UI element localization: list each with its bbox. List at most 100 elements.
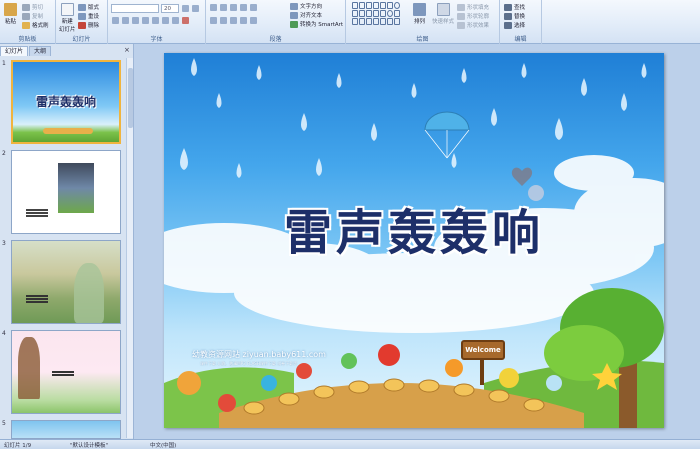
line-spacing-icon[interactable] [250, 4, 257, 11]
binoculars-icon [504, 3, 512, 11]
quick-styles-icon [436, 3, 450, 16]
font-group: 20 字体 [108, 0, 206, 44]
shape-fill-button[interactable]: 形状填充 [457, 3, 489, 11]
find-button[interactable]: 查找 [504, 3, 525, 11]
current-slide[interactable]: 雷声轰轰响 幼教资源网站 ziyuan.baby611.com 课件下载 儿歌、… [164, 53, 664, 428]
bold-icon[interactable] [112, 17, 119, 24]
strikethrough-icon[interactable] [142, 17, 149, 24]
tab-outline[interactable]: 大纲 [29, 46, 52, 56]
storm-picture [58, 163, 94, 213]
slides-panel: 幻灯片 大纲 × 1 雷声轰轰响 2 3 4 5 [0, 44, 134, 439]
shape-oval-icon[interactable] [394, 2, 400, 9]
paste-button[interactable]: 粘贴 [4, 3, 17, 25]
decrease-indent-icon[interactable] [230, 4, 237, 11]
thumbnail-image-2 [11, 150, 121, 234]
shape-line-icon[interactable] [380, 2, 386, 9]
font-style-buttons [112, 17, 189, 24]
shape-star-icon[interactable] [380, 18, 386, 25]
select-button[interactable]: 选择 [504, 21, 525, 29]
slide-number: 5 [2, 420, 6, 427]
shape-arrow-icon[interactable] [366, 18, 372, 25]
shape-curve-icon[interactable] [373, 18, 379, 25]
font-size-combo[interactable]: 20 [161, 4, 179, 13]
clipboard-label: 剪贴板 [18, 36, 37, 43]
shape-arrow-icon[interactable] [352, 18, 358, 25]
justify-icon[interactable] [240, 17, 247, 24]
shape-line-icon[interactable] [366, 10, 372, 17]
shape-effects-button[interactable]: 形状效果 [457, 21, 489, 29]
shape-arrow-icon[interactable] [359, 18, 365, 25]
slides-label: 幻灯片 [72, 36, 91, 43]
shape-rect-icon[interactable] [352, 2, 358, 9]
align-center-icon[interactable] [220, 17, 227, 24]
columns-icon[interactable] [250, 17, 257, 24]
editing-group: 查找 替换 选择 编辑 [500, 0, 542, 44]
clipboard-group: 粘贴 剪切 复制 格式刷 剪贴板 [0, 0, 56, 44]
shape-rect-icon[interactable] [387, 2, 393, 9]
font-color-icon[interactable] [182, 17, 189, 24]
drawing-label: 绘图 [416, 36, 429, 43]
copy-button[interactable]: 复制 [22, 12, 43, 20]
align-text-icon [290, 11, 298, 19]
shape-rect-icon[interactable] [380, 10, 386, 17]
font-label: 字体 [150, 36, 163, 43]
reset-button[interactable]: 重设 [78, 12, 99, 20]
delete-slide-button[interactable]: 删除 [78, 21, 99, 29]
cut-button[interactable]: 剪切 [22, 3, 43, 11]
shape-rect-icon[interactable] [352, 10, 358, 17]
brush-icon [22, 21, 30, 29]
font-name-combo[interactable] [111, 4, 159, 13]
shape-line-icon[interactable] [366, 2, 372, 9]
align-left-icon[interactable] [210, 17, 217, 24]
thumbnail-image-3 [11, 240, 121, 324]
smartart-button[interactable]: 转换为 SmartArt [290, 20, 343, 28]
shape-arrow-icon[interactable] [373, 2, 379, 9]
website-subtext: 课件下载 儿歌、故事MP3 FLASH课件下载 试卷下载等 [200, 361, 298, 366]
new-slide-button[interactable]: 新建 幻灯片 [59, 3, 76, 33]
slide-number: 2 [2, 150, 6, 157]
scrollbar-thumb[interactable] [128, 68, 133, 128]
text-direction-button[interactable]: 文字方向 [290, 2, 322, 10]
shape-brace-icon[interactable] [394, 18, 400, 25]
shape-oval-icon[interactable] [387, 10, 393, 17]
new-slide-icon [60, 3, 74, 16]
underline-icon[interactable] [132, 17, 139, 24]
shape-bracket-icon[interactable] [387, 18, 393, 25]
shape-outline-button[interactable]: 形状轮廓 [457, 12, 489, 20]
italic-icon[interactable] [122, 17, 129, 24]
arrange-button[interactable]: 排列 [413, 3, 426, 25]
close-icon[interactable]: × [124, 46, 130, 54]
language-indicator: 中文(中国) [150, 443, 177, 449]
bullets-icon[interactable] [210, 4, 217, 11]
shrink-font-icon[interactable] [192, 5, 199, 12]
website-text: 幼教资源网站 ziyuan.baby611.com [192, 350, 326, 359]
shape-bracket-icon[interactable] [394, 10, 400, 17]
shapes-gallery[interactable] [352, 2, 402, 32]
numbering-icon[interactable] [220, 4, 227, 11]
delete-icon [78, 21, 86, 29]
replace-button[interactable]: 替换 [504, 12, 525, 20]
shape-text-icon[interactable] [359, 2, 365, 9]
shadow-icon[interactable] [152, 17, 159, 24]
quick-styles-button[interactable]: 快速样式 [432, 3, 454, 25]
list-buttons [210, 4, 257, 11]
smartart-icon [290, 20, 298, 28]
align-right-icon[interactable] [230, 17, 237, 24]
panel-scrollbar[interactable] [126, 58, 133, 438]
case-icon[interactable] [172, 17, 179, 24]
paragraph-label: 段落 [269, 36, 282, 43]
layout-icon [78, 3, 86, 11]
select-cursor-icon [504, 21, 512, 29]
shape-triangle-icon[interactable] [359, 10, 365, 17]
thumbnail-image-1: 雷声轰轰响 [11, 60, 121, 144]
tab-slides[interactable]: 幻灯片 [0, 46, 29, 56]
shape-line-icon[interactable] [373, 10, 379, 17]
align-text-button[interactable]: 对齐文本 [290, 11, 322, 19]
increase-indent-icon[interactable] [240, 4, 247, 11]
format-painter-button[interactable]: 格式刷 [22, 21, 49, 29]
layout-button[interactable]: 版式 [78, 3, 99, 11]
grow-font-icon[interactable] [182, 5, 189, 12]
spacing-icon[interactable] [162, 17, 169, 24]
slide-title[interactable]: 雷声轰轰响 [164, 193, 664, 263]
slide-number: 3 [2, 240, 6, 247]
